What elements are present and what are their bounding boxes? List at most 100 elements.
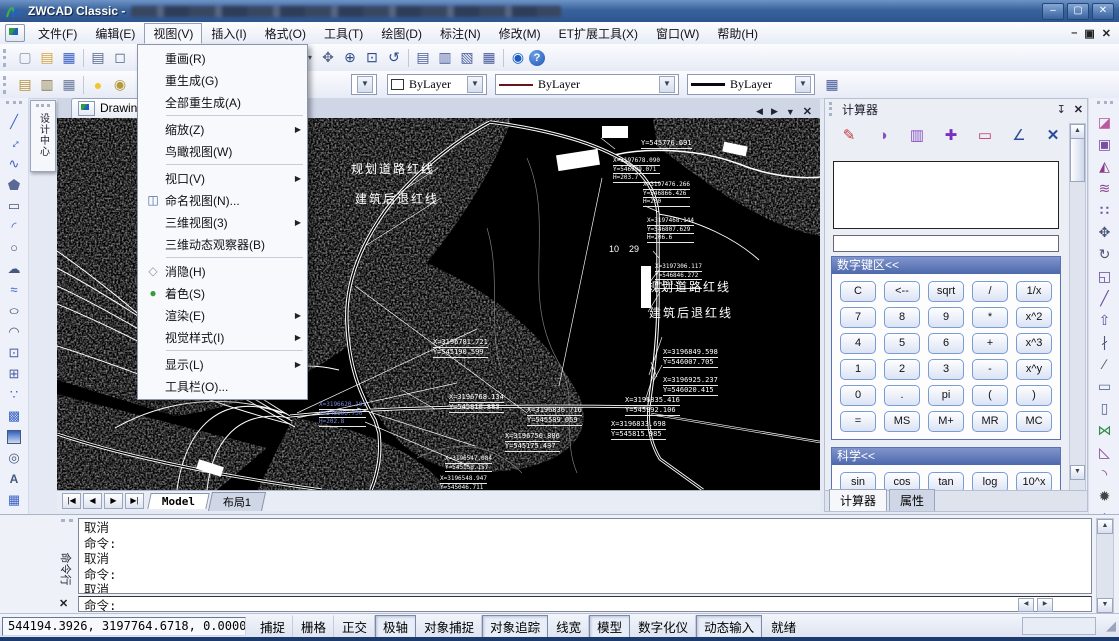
zoom-realtime-icon[interactable]: ⊕: [339, 48, 361, 68]
mirror-icon[interactable]: ◭: [1094, 155, 1116, 177]
chamfer-icon[interactable]: ◺: [1094, 441, 1116, 463]
calc-button[interactable]: x^3: [1016, 333, 1052, 354]
menu-view[interactable]: 视图(V): [144, 23, 202, 44]
print-preview-icon[interactable]: ◻: [109, 48, 131, 68]
menu-help[interactable]: 帮助(H): [708, 23, 767, 44]
pick-point-icon[interactable]: ✚: [941, 125, 961, 145]
calc-button[interactable]: x^y: [1016, 359, 1052, 380]
layer-lock-icon[interactable]: ◉: [109, 75, 131, 95]
mdi-restore-button[interactable]: ▣: [1084, 27, 1094, 40]
measure-distance-icon[interactable]: ▭: [975, 125, 995, 145]
gradient-icon[interactable]: [3, 426, 25, 447]
view-menu-item[interactable]: 重生成(G): [139, 69, 306, 91]
open-file-icon[interactable]: ▤: [36, 48, 58, 68]
close-button[interactable]: ✕: [1092, 3, 1114, 20]
view-menu-item[interactable]: 重画(R): [139, 47, 306, 69]
toggle-otrack[interactable]: 对象追踪: [482, 615, 548, 638]
calculator-input[interactable]: [833, 235, 1059, 252]
extend-icon[interactable]: ∕: [1094, 353, 1116, 375]
menu-modify[interactable]: 修改(M): [490, 23, 550, 44]
spline-icon[interactable]: ≈: [3, 279, 25, 300]
tab-menu-icon[interactable]: ▼: [786, 107, 795, 117]
tab-next-icon[interactable]: ▶: [771, 106, 778, 117]
calc-button[interactable]: .: [884, 385, 920, 406]
move-icon[interactable]: ✥: [1094, 221, 1116, 243]
mdi-minimize-button[interactable]: –: [1071, 27, 1077, 40]
command-input[interactable]: 命令:: [78, 596, 1092, 612]
calc-button[interactable]: 4: [840, 333, 876, 354]
intersection-icon[interactable]: ✕: [1043, 125, 1063, 145]
calc-button[interactable]: sqrt: [928, 281, 964, 302]
calc-button[interactable]: <--: [884, 281, 920, 302]
calc-button[interactable]: +: [972, 333, 1008, 354]
quick-calc-icon[interactable]: ▦: [478, 48, 500, 68]
rotate-icon[interactable]: ↻: [1094, 243, 1116, 265]
layer-previous-icon[interactable]: ▥: [36, 75, 58, 95]
calc-button[interactable]: 6: [928, 333, 964, 354]
offset-icon[interactable]: ≋: [1094, 177, 1116, 199]
layer-properties-icon[interactable]: ▤: [14, 75, 36, 95]
calc-button[interactable]: /: [972, 281, 1008, 302]
scientific-header[interactable]: 科学<<: [832, 448, 1060, 465]
view-menu-item[interactable]: ◫ 命名视图(N)...: [139, 189, 306, 211]
calc-button[interactable]: pi: [928, 385, 964, 406]
zoom-window-icon[interactable]: ⊡: [361, 48, 383, 68]
view-menu-item[interactable]: 缩放(Z) ▶: [139, 118, 306, 140]
tab-layout1[interactable]: 布局1: [208, 492, 266, 511]
toolbar-grip[interactable]: [3, 76, 10, 94]
erase-icon[interactable]: ◪: [1094, 111, 1116, 133]
view-menu-item[interactable]: 显示(L) ▶: [139, 353, 306, 375]
toggle-osnap[interactable]: 对象捕捉: [416, 615, 482, 638]
calc-button[interactable]: MR: [972, 411, 1008, 432]
color-combo[interactable]: ByLayer ▼: [387, 74, 487, 95]
panel-scrollbar[interactable]: ▲ ▼: [1069, 123, 1086, 497]
tab-model[interactable]: Model: [147, 493, 210, 509]
ellipse-arc-icon[interactable]: ◠: [3, 321, 25, 342]
close-icon[interactable]: ✕: [1074, 103, 1083, 116]
calc-button[interactable]: 0: [840, 385, 876, 406]
scale-icon[interactable]: ◱: [1094, 265, 1116, 287]
menu-file[interactable]: 文件(F): [29, 23, 86, 44]
toggle-polar[interactable]: 极轴: [375, 615, 416, 638]
ellipse-icon[interactable]: ○: [0, 300, 31, 321]
trim-icon[interactable]: ∤: [1094, 331, 1116, 353]
toggle-model[interactable]: 模型: [589, 615, 630, 638]
break-icon[interactable]: ▯: [1094, 397, 1116, 419]
help-icon[interactable]: ?: [529, 50, 545, 66]
linetype-combo[interactable]: ByLayer ▼: [495, 74, 679, 95]
measure-angle-icon[interactable]: ∠: [1009, 125, 1029, 145]
view-menu-item[interactable]: 视觉样式(I) ▶: [139, 326, 306, 348]
make-block-icon[interactable]: ⊞: [3, 363, 25, 384]
tab-close-icon[interactable]: ✕: [803, 105, 812, 118]
command-close-icon[interactable]: ✕: [59, 597, 68, 610]
tab-prev-icon[interactable]: ◀: [756, 106, 763, 117]
revision-cloud-icon[interactable]: ☁: [3, 258, 25, 279]
pin-icon[interactable]: ↧: [1057, 103, 1066, 116]
toggle-snap[interactable]: 捕捉: [252, 615, 293, 638]
toolbar-grip[interactable]: [1097, 101, 1113, 109]
join-icon[interactable]: ⋈: [1094, 419, 1116, 441]
view-menu-item[interactable]: 视口(V) ▶: [139, 167, 306, 189]
tool-palettes-icon[interactable]: ▧: [456, 48, 478, 68]
view-menu-item[interactable]: 三维视图(3) ▶: [139, 211, 306, 233]
view-menu-item[interactable]: [139, 255, 306, 260]
chevron-down-icon[interactable]: ▼: [795, 76, 811, 93]
toolbar-grip[interactable]: [6, 101, 22, 109]
calc-button[interactable]: x^2: [1016, 307, 1052, 328]
fillet-icon[interactable]: ◝: [1094, 463, 1116, 485]
toolbar-grip[interactable]: [3, 49, 10, 67]
scroll-up-icon[interactable]: ▲: [1097, 519, 1113, 534]
view-menu-item[interactable]: 三维动态观察器(B): [139, 233, 306, 255]
calc-button[interactable]: C: [840, 281, 876, 302]
command-hscroll[interactable]: ◀ ▶: [1018, 598, 1053, 612]
toggle-lineweight[interactable]: 线宽: [548, 615, 589, 638]
calc-button[interactable]: 2: [884, 359, 920, 380]
menu-insert[interactable]: 插入(I): [202, 23, 255, 44]
mtext-icon[interactable]: A: [3, 468, 25, 489]
calc-button[interactable]: 1/x: [1016, 281, 1052, 302]
donut-icon[interactable]: ◎: [3, 447, 25, 468]
explode-icon[interactable]: ✹: [1094, 485, 1116, 507]
toggle-dynamic-input[interactable]: 动态输入: [696, 615, 762, 638]
layer-combo-caret[interactable]: ▼: [351, 74, 377, 95]
menu-tools[interactable]: 工具(T): [315, 23, 372, 44]
